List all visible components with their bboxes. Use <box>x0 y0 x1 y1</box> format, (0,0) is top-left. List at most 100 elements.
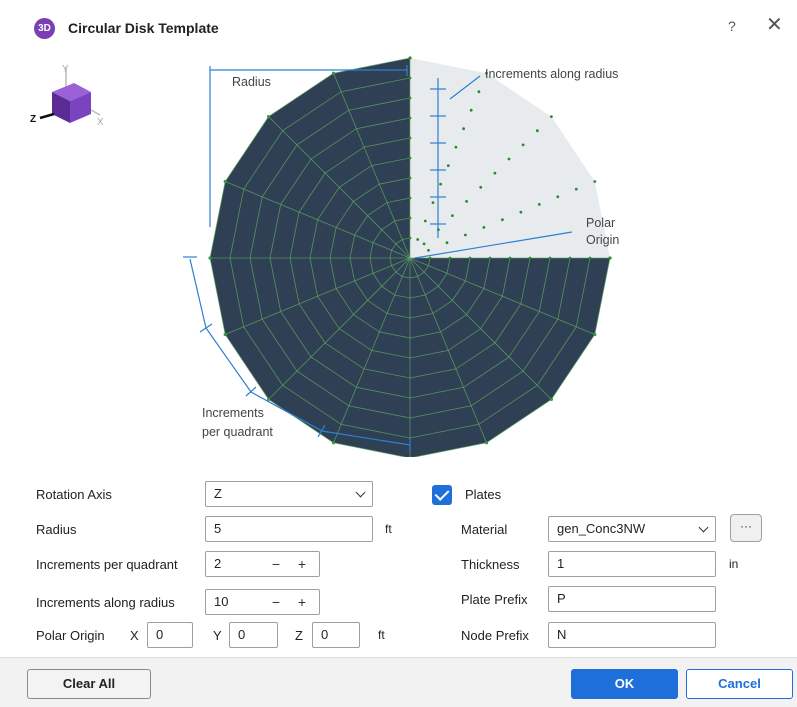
node-dot <box>464 233 467 237</box>
dialog-title: Circular Disk Template <box>68 20 219 36</box>
node-dot <box>446 164 450 167</box>
node-dot <box>408 56 412 60</box>
axis-x-label: X <box>97 117 104 128</box>
title-bar: 3D Circular Disk Template ? ✕ <box>0 0 797 48</box>
thickness-label: Thickness <box>461 557 520 572</box>
node-dot <box>574 187 578 191</box>
rotation-axis-select[interactable]: Z <box>205 481 373 507</box>
node-dot <box>488 256 492 260</box>
node-dot <box>408 76 412 80</box>
polar-origin-field-label: Polar Origin <box>36 628 105 643</box>
node-dot <box>521 143 525 147</box>
axis-y-label: Y <box>62 64 69 75</box>
increments-per-quadrant-stepper[interactable]: 2 − + <box>205 551 320 577</box>
material-value: gen_Conc3NW <box>557 521 646 536</box>
node-dot <box>445 241 449 245</box>
node-dot <box>427 248 430 252</box>
node-dot <box>519 210 523 214</box>
polar-origin-x-input[interactable]: 0 <box>147 622 193 648</box>
polar-origin-y-input[interactable]: 0 <box>229 622 278 648</box>
polar-origin-z-input[interactable]: 0 <box>312 622 360 648</box>
increments-per-quadrant-label-line1: Increments <box>202 406 264 420</box>
polar-origin-label-line1: Polar <box>586 216 615 230</box>
radius-field-label: Radius <box>36 522 77 537</box>
node-dot <box>537 203 541 206</box>
material-select[interactable]: gen_Conc3NW <box>548 516 716 542</box>
plate-prefix-input[interactable]: P <box>548 586 716 612</box>
node-dot <box>493 171 497 175</box>
node-dot <box>223 179 227 184</box>
node-dot <box>549 397 554 401</box>
disk-mesh <box>208 56 612 457</box>
node-dot <box>484 441 489 445</box>
increments-along-radius-field-label: Increments along radius <box>36 595 175 610</box>
polar-origin-unit: ft <box>378 628 385 642</box>
decrement-button[interactable]: − <box>266 552 286 576</box>
close-button[interactable]: ✕ <box>766 15 783 35</box>
increments-per-quadrant-value: 2 <box>214 556 222 571</box>
node-dot <box>428 256 432 260</box>
polar-origin-label-line2: Origin <box>586 233 619 247</box>
node-dot <box>548 256 552 260</box>
node-dot <box>528 256 532 260</box>
chevron-down-icon <box>355 487 366 498</box>
increment-button[interactable]: + <box>292 590 312 614</box>
node-dot <box>408 196 412 200</box>
plates-checkbox[interactable] <box>432 485 452 505</box>
plates-label: Plates <box>465 487 502 502</box>
node-dot <box>477 90 481 94</box>
node-dot <box>408 116 412 120</box>
node-dot <box>465 200 468 203</box>
node-dot <box>550 115 553 118</box>
help-button[interactable]: ? <box>728 18 736 34</box>
clear-all-button[interactable]: Clear All <box>27 669 151 699</box>
app-3d-icon: 3D <box>34 18 55 39</box>
node-dot <box>593 332 597 337</box>
node-dot <box>431 201 435 205</box>
node-dot <box>501 218 504 222</box>
node-dot <box>422 242 426 246</box>
node-dot <box>451 214 454 218</box>
axis-z-label: Z <box>30 114 36 125</box>
radius-label: Radius <box>232 75 271 89</box>
node-dot <box>608 256 612 260</box>
node-dot <box>408 156 412 160</box>
increments-along-radius-stepper[interactable]: 10 − + <box>205 589 320 615</box>
node-dot <box>593 180 597 183</box>
node-dot <box>408 236 412 240</box>
ok-button[interactable]: OK <box>571 669 678 699</box>
node-dot <box>454 145 458 149</box>
node-dot <box>479 185 483 189</box>
rotation-axis-value: Z <box>214 486 222 501</box>
node-dot <box>588 256 592 260</box>
node-dot <box>223 332 227 337</box>
cancel-button[interactable]: Cancel <box>686 669 793 699</box>
rotation-axis-label: Rotation Axis <box>36 487 112 502</box>
node-dot <box>331 71 336 75</box>
material-browse-button[interactable]: ··· <box>730 514 762 542</box>
radius-input[interactable]: 5 <box>205 516 373 542</box>
node-dot <box>408 176 412 180</box>
node-dot <box>423 219 427 223</box>
node-dot <box>468 256 472 260</box>
node-dot <box>482 226 486 229</box>
node-dot <box>408 96 412 100</box>
axis-orientation-icon: Y Z X <box>30 64 104 128</box>
node-dot <box>439 182 442 186</box>
decrement-button[interactable]: − <box>266 590 286 614</box>
increments-per-quadrant-field-label: Increments per quadrant <box>36 557 178 572</box>
node-dot <box>416 238 420 241</box>
increment-button[interactable]: + <box>292 552 312 576</box>
increments-along-radius-label: Increments along radius <box>485 67 618 81</box>
node-dot <box>556 195 560 199</box>
node-prefix-input[interactable]: N <box>548 622 716 648</box>
thickness-input[interactable]: 1 <box>548 551 716 577</box>
plate-prefix-label: Plate Prefix <box>461 592 528 607</box>
circular-disk-diagram: Y Z X Radius Increments along radius Pol… <box>30 56 619 457</box>
node-dot <box>508 256 512 260</box>
polar-origin-y-label: Y <box>213 628 222 643</box>
increments-per-quadrant-label-line2: per quadrant <box>202 425 273 439</box>
thickness-unit: in <box>729 557 739 571</box>
node-dot <box>408 136 412 140</box>
increments-along-radius-value: 10 <box>214 594 229 609</box>
